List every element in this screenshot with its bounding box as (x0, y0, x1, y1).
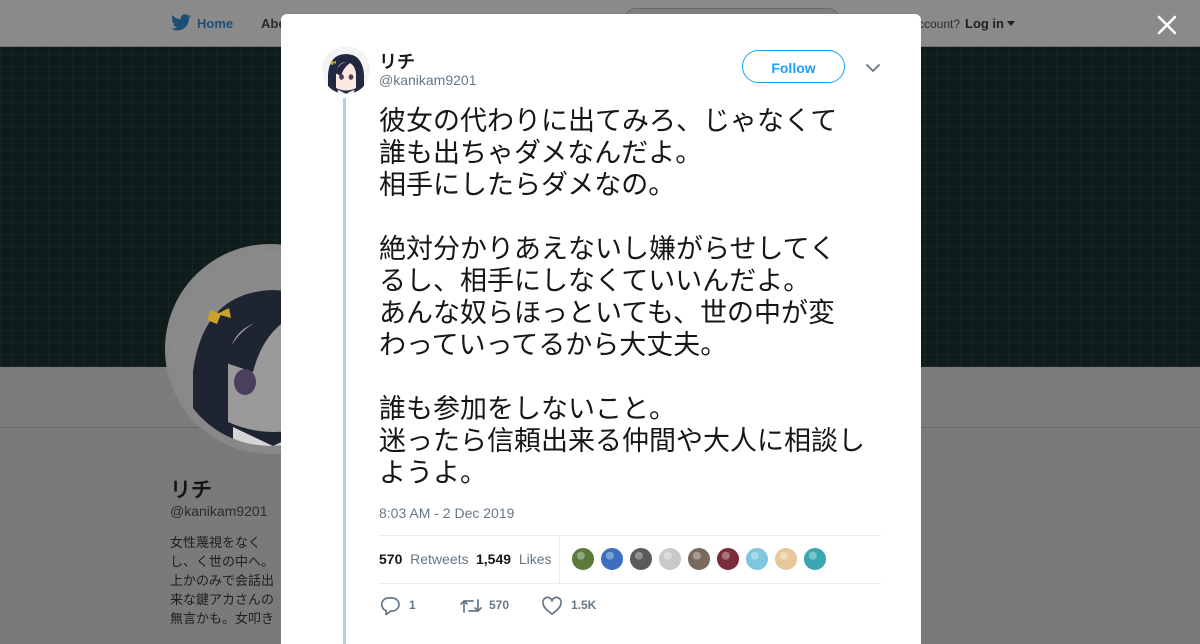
account-prompt: ccount? (918, 17, 961, 31)
stats-divider (559, 536, 560, 583)
retweets-count: 570 (379, 551, 403, 567)
profile-bio: 女性蔑視をなくし、く世の中へ。上かのみで会話出来な鍵アカさんの無言かも。女叩きや… (170, 535, 275, 626)
retweets-label: Retweets (410, 551, 469, 567)
tweet-timestamp[interactable]: 8:03 AM - 2 Dec 2019 (379, 505, 514, 521)
liker-avatar-5[interactable] (687, 547, 711, 571)
reply-icon (380, 597, 400, 616)
likes-stat[interactable]: 1,549 Likes (476, 551, 552, 567)
liker-avatar-3[interactable] (629, 547, 653, 571)
like-action-count: 1.5K (571, 598, 597, 612)
liker-avatar-1[interactable] (571, 547, 595, 571)
retweet-icon (460, 599, 482, 613)
likes-label: Likes (518, 551, 552, 567)
author-name[interactable]: リチ (379, 48, 415, 74)
retweets-stat[interactable]: 570 Retweets (379, 551, 469, 567)
author-avatar[interactable] (322, 46, 370, 94)
tweet-text: 彼女の代わりに出てみろ、じゃなくて 誰も出ちゃダメなんだよ。 相手にしたらダメな… (379, 106, 865, 489)
liker-avatar-8[interactable] (774, 547, 798, 571)
liker-avatar-4[interactable] (658, 547, 682, 571)
tweet-actions: 1 570 1.5K (379, 594, 881, 618)
thread-line (343, 98, 346, 644)
login-link[interactable]: Log in (965, 16, 1004, 31)
close-icon[interactable] (1155, 13, 1179, 37)
follow-button[interactable]: Follow (742, 50, 845, 83)
heart-icon (542, 596, 562, 615)
author-avatar-illustration-icon (322, 46, 370, 94)
profile-handle: @kanikam9201 (170, 503, 268, 519)
retweet-action-count: 570 (489, 598, 510, 612)
nav-home-link[interactable]: Home (197, 16, 233, 31)
author-handle[interactable]: @kanikam9201 (379, 72, 477, 88)
liker-avatar-6[interactable] (716, 547, 740, 571)
chevron-down-icon[interactable] (1007, 21, 1015, 26)
liker-avatar-2[interactable] (600, 547, 624, 571)
profile-name: リチ (170, 479, 212, 502)
reply-count: 1 (409, 598, 416, 612)
tweet-stats: 570 Retweets 1,549 Likes (379, 535, 881, 584)
liker-avatar-9[interactable] (803, 547, 827, 571)
tweet-modal: リチ @kanikam9201 Follow 彼女の代わりに出てみろ、じゃなくて… (281, 14, 921, 644)
likes-count: 1,549 (476, 551, 512, 567)
liker-avatar-7[interactable] (745, 547, 769, 571)
chevron-down-icon[interactable] (865, 62, 881, 74)
twitter-bird-icon[interactable] (170, 14, 192, 32)
